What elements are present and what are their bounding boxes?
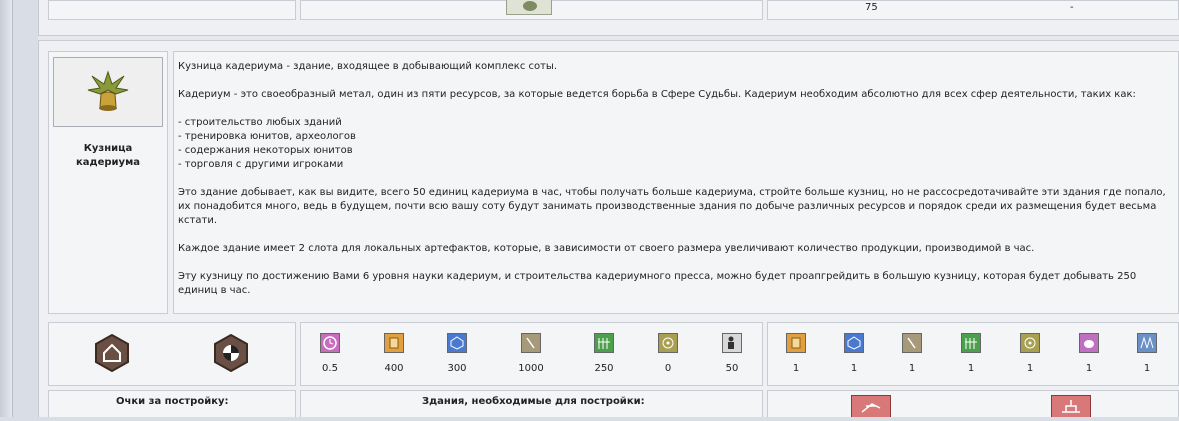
prev-value-a: 75 [865,2,878,13]
required-buildings-label: Здания, необходимые для постройки: [422,396,645,407]
cost-value: 1000 [518,363,544,374]
hammer-icon [861,403,881,413]
list-item: - торговля с другими игроками [178,159,344,170]
prev-cell-right: 75 - [767,0,1179,20]
building-image [53,57,163,127]
cost-value: 50 [725,363,739,374]
required-building-icon[interactable] [1051,395,1091,417]
requirement-value: 1 [1026,363,1034,374]
description-production: Это здание добывает, как вы видите, всег… [178,187,1166,226]
worker-icon [722,333,742,353]
section-divider [38,35,1179,41]
description-cadherium: Кадериум - это своеобразный метал, один … [178,89,1136,100]
list-item: - тренировка юнитов, археологов [178,131,356,142]
building-name-line1: Кузница [83,143,133,154]
list-item: - строительство любых зданий [178,117,342,128]
clock-icon [320,333,340,353]
description-upgrade: Эту кузницу по достижению Вами 6 уровня … [178,271,1137,296]
requirement-value: 1 [1143,363,1151,374]
page-left-strip [0,0,13,417]
cost-value: 400 [384,363,404,374]
cadherium-forge-icon [87,70,129,111]
fence-icon [594,333,614,353]
building-description: Кузница кадериума - здание, входящее в д… [173,51,1179,314]
building-name-line2: кадериума [76,157,140,168]
cost-value: 0.5 [322,363,338,374]
building-name: Кузница кадериума [52,142,164,170]
crystal-icon [844,333,864,353]
description-slots: Каждое здание имеет 2 слота для локальны… [178,243,1035,254]
anvil-icon [1062,400,1080,413]
fence-icon [961,333,981,353]
prev-building-icon [506,0,552,15]
target-icon [1020,333,1040,353]
target-icon [658,333,678,353]
requirement-value: 1 [908,363,916,374]
info-button[interactable] [212,333,250,373]
required-building-icon[interactable] [851,395,891,417]
prev-cell-middle [300,0,763,20]
prev-value-b: - [1070,2,1074,13]
requirement-value: 1 [1085,363,1093,374]
cadherium-icon [786,333,806,353]
cost-value: 0 [664,363,672,374]
cadherium-icon [384,333,404,353]
book-icon [1137,333,1157,353]
description-list: - строительство любых зданий - тренировк… [178,116,1174,172]
cost-value: 250 [594,363,614,374]
description-intro: Кузница кадериума - здание, входящее в д… [178,61,558,72]
crystal-icon [447,333,467,353]
pick-icon [521,333,541,353]
cost-value: 300 [447,363,467,374]
blob-icon [1079,333,1099,353]
target-hex-icon [214,333,248,373]
requirement-value: 1 [967,363,975,374]
build-button[interactable] [93,333,131,373]
actions-cell [48,322,296,386]
pick-icon [902,333,922,353]
requirement-value: 1 [792,363,800,374]
list-item: - содержания некоторых юнитов [178,145,353,156]
house-hex-icon [95,333,129,373]
prev-cell-left [48,0,296,20]
build-points-label: Очки за постройку: [116,396,229,407]
requirement-value: 1 [850,363,858,374]
required-buildings-icons-cell [767,390,1179,417]
